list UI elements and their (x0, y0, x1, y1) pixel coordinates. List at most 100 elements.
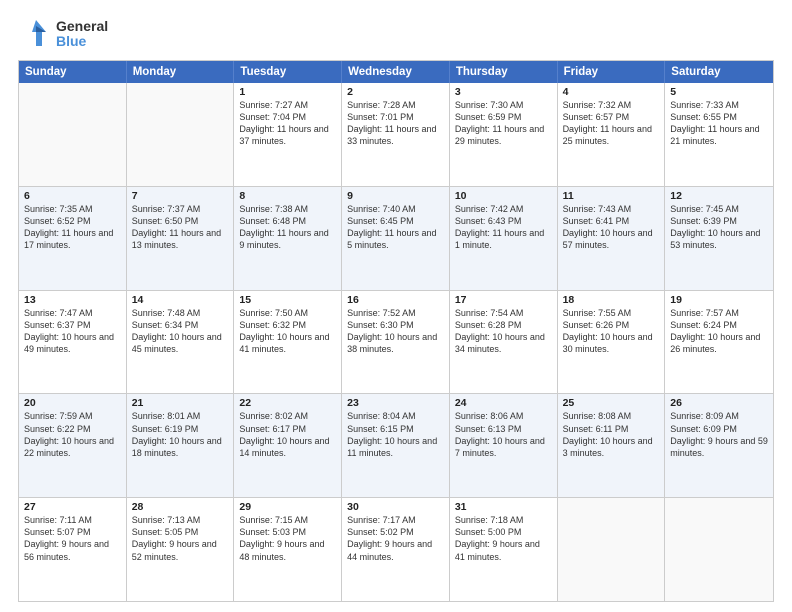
day-number: 15 (239, 294, 336, 306)
day-number: 20 (24, 397, 121, 409)
day-cell-w1-d1 (19, 83, 127, 186)
dow-tuesday: Tuesday (234, 61, 342, 83)
day-cell-w4-d4: 23Sunrise: 8:04 AM Sunset: 6:15 PM Dayli… (342, 394, 450, 497)
day-number: 25 (563, 397, 660, 409)
day-cell-w5-d2: 28Sunrise: 7:13 AM Sunset: 5:05 PM Dayli… (127, 498, 235, 601)
day-cell-w3-d7: 19Sunrise: 7:57 AM Sunset: 6:24 PM Dayli… (665, 291, 773, 394)
dow-friday: Friday (558, 61, 666, 83)
day-number: 3 (455, 86, 552, 98)
day-cell-w4-d2: 21Sunrise: 8:01 AM Sunset: 6:19 PM Dayli… (127, 394, 235, 497)
day-cell-w5-d1: 27Sunrise: 7:11 AM Sunset: 5:07 PM Dayli… (19, 498, 127, 601)
day-number: 28 (132, 501, 229, 513)
day-number: 6 (24, 190, 121, 202)
day-cell-w4-d1: 20Sunrise: 7:59 AM Sunset: 6:22 PM Dayli… (19, 394, 127, 497)
day-cell-w1-d2 (127, 83, 235, 186)
day-info: Sunrise: 7:57 AM Sunset: 6:24 PM Dayligh… (670, 307, 768, 356)
day-cell-w3-d3: 15Sunrise: 7:50 AM Sunset: 6:32 PM Dayli… (234, 291, 342, 394)
day-info: Sunrise: 7:55 AM Sunset: 6:26 PM Dayligh… (563, 307, 660, 356)
day-cell-w3-d4: 16Sunrise: 7:52 AM Sunset: 6:30 PM Dayli… (342, 291, 450, 394)
dow-wednesday: Wednesday (342, 61, 450, 83)
day-info: Sunrise: 8:04 AM Sunset: 6:15 PM Dayligh… (347, 410, 444, 459)
day-number: 21 (132, 397, 229, 409)
day-cell-w5-d4: 30Sunrise: 7:17 AM Sunset: 5:02 PM Dayli… (342, 498, 450, 601)
day-number: 14 (132, 294, 229, 306)
day-info: Sunrise: 7:35 AM Sunset: 6:52 PM Dayligh… (24, 203, 121, 252)
day-number: 29 (239, 501, 336, 513)
day-number: 7 (132, 190, 229, 202)
day-info: Sunrise: 7:43 AM Sunset: 6:41 PM Dayligh… (563, 203, 660, 252)
header: General Blue (18, 16, 774, 52)
day-number: 4 (563, 86, 660, 98)
day-number: 12 (670, 190, 768, 202)
day-number: 22 (239, 397, 336, 409)
day-cell-w3-d6: 18Sunrise: 7:55 AM Sunset: 6:26 PM Dayli… (558, 291, 666, 394)
day-cell-w2-d7: 12Sunrise: 7:45 AM Sunset: 6:39 PM Dayli… (665, 187, 773, 290)
day-info: Sunrise: 7:13 AM Sunset: 5:05 PM Dayligh… (132, 514, 229, 563)
day-info: Sunrise: 7:54 AM Sunset: 6:28 PM Dayligh… (455, 307, 552, 356)
day-cell-w5-d7 (665, 498, 773, 601)
day-cell-w2-d3: 8Sunrise: 7:38 AM Sunset: 6:48 PM Daylig… (234, 187, 342, 290)
day-cell-w2-d1: 6Sunrise: 7:35 AM Sunset: 6:52 PM Daylig… (19, 187, 127, 290)
day-number: 17 (455, 294, 552, 306)
calendar-body: 1Sunrise: 7:27 AM Sunset: 7:04 PM Daylig… (19, 83, 773, 601)
dow-sunday: Sunday (19, 61, 127, 83)
day-cell-w4-d3: 22Sunrise: 8:02 AM Sunset: 6:17 PM Dayli… (234, 394, 342, 497)
day-cell-w5-d3: 29Sunrise: 7:15 AM Sunset: 5:03 PM Dayli… (234, 498, 342, 601)
day-number: 19 (670, 294, 768, 306)
week-row-2: 6Sunrise: 7:35 AM Sunset: 6:52 PM Daylig… (19, 186, 773, 290)
day-number: 2 (347, 86, 444, 98)
day-info: Sunrise: 7:27 AM Sunset: 7:04 PM Dayligh… (239, 99, 336, 148)
day-info: Sunrise: 7:33 AM Sunset: 6:55 PM Dayligh… (670, 99, 768, 148)
day-info: Sunrise: 7:52 AM Sunset: 6:30 PM Dayligh… (347, 307, 444, 356)
day-cell-w1-d7: 5Sunrise: 7:33 AM Sunset: 6:55 PM Daylig… (665, 83, 773, 186)
day-cell-w5-d5: 31Sunrise: 7:18 AM Sunset: 5:00 PM Dayli… (450, 498, 558, 601)
day-cell-w5-d6 (558, 498, 666, 601)
day-number: 18 (563, 294, 660, 306)
page: General Blue Sunday Monday Tuesday Wedne… (0, 0, 792, 612)
day-cell-w2-d4: 9Sunrise: 7:40 AM Sunset: 6:45 PM Daylig… (342, 187, 450, 290)
day-cell-w1-d3: 1Sunrise: 7:27 AM Sunset: 7:04 PM Daylig… (234, 83, 342, 186)
day-cell-w3-d1: 13Sunrise: 7:47 AM Sunset: 6:37 PM Dayli… (19, 291, 127, 394)
day-info: Sunrise: 7:45 AM Sunset: 6:39 PM Dayligh… (670, 203, 768, 252)
logo-bird-icon (18, 16, 54, 52)
calendar: Sunday Monday Tuesday Wednesday Thursday… (18, 60, 774, 602)
day-cell-w2-d5: 10Sunrise: 7:42 AM Sunset: 6:43 PM Dayli… (450, 187, 558, 290)
day-info: Sunrise: 7:48 AM Sunset: 6:34 PM Dayligh… (132, 307, 229, 356)
day-number: 13 (24, 294, 121, 306)
day-info: Sunrise: 7:28 AM Sunset: 7:01 PM Dayligh… (347, 99, 444, 148)
day-number: 8 (239, 190, 336, 202)
day-cell-w4-d5: 24Sunrise: 8:06 AM Sunset: 6:13 PM Dayli… (450, 394, 558, 497)
day-cell-w1-d6: 4Sunrise: 7:32 AM Sunset: 6:57 PM Daylig… (558, 83, 666, 186)
day-info: Sunrise: 7:18 AM Sunset: 5:00 PM Dayligh… (455, 514, 552, 563)
day-number: 23 (347, 397, 444, 409)
day-cell-w4-d7: 26Sunrise: 8:09 AM Sunset: 6:09 PM Dayli… (665, 394, 773, 497)
day-info: Sunrise: 7:17 AM Sunset: 5:02 PM Dayligh… (347, 514, 444, 563)
week-row-3: 13Sunrise: 7:47 AM Sunset: 6:37 PM Dayli… (19, 290, 773, 394)
day-cell-w1-d5: 3Sunrise: 7:30 AM Sunset: 6:59 PM Daylig… (450, 83, 558, 186)
day-cell-w2-d6: 11Sunrise: 7:43 AM Sunset: 6:41 PM Dayli… (558, 187, 666, 290)
week-row-4: 20Sunrise: 7:59 AM Sunset: 6:22 PM Dayli… (19, 393, 773, 497)
day-info: Sunrise: 8:01 AM Sunset: 6:19 PM Dayligh… (132, 410, 229, 459)
day-number: 31 (455, 501, 552, 513)
logo: General Blue (18, 16, 108, 52)
day-info: Sunrise: 7:47 AM Sunset: 6:37 PM Dayligh… (24, 307, 121, 356)
day-info: Sunrise: 7:37 AM Sunset: 6:50 PM Dayligh… (132, 203, 229, 252)
day-info: Sunrise: 8:02 AM Sunset: 6:17 PM Dayligh… (239, 410, 336, 459)
day-cell-w3-d5: 17Sunrise: 7:54 AM Sunset: 6:28 PM Dayli… (450, 291, 558, 394)
day-cell-w4-d6: 25Sunrise: 8:08 AM Sunset: 6:11 PM Dayli… (558, 394, 666, 497)
day-info: Sunrise: 8:06 AM Sunset: 6:13 PM Dayligh… (455, 410, 552, 459)
day-number: 24 (455, 397, 552, 409)
day-info: Sunrise: 7:11 AM Sunset: 5:07 PM Dayligh… (24, 514, 121, 563)
dow-saturday: Saturday (665, 61, 773, 83)
day-info: Sunrise: 7:32 AM Sunset: 6:57 PM Dayligh… (563, 99, 660, 148)
day-number: 26 (670, 397, 768, 409)
day-info: Sunrise: 7:59 AM Sunset: 6:22 PM Dayligh… (24, 410, 121, 459)
day-info: Sunrise: 8:09 AM Sunset: 6:09 PM Dayligh… (670, 410, 768, 459)
day-number: 9 (347, 190, 444, 202)
day-number: 30 (347, 501, 444, 513)
calendar-header: Sunday Monday Tuesday Wednesday Thursday… (19, 61, 773, 83)
dow-monday: Monday (127, 61, 235, 83)
day-number: 27 (24, 501, 121, 513)
day-number: 11 (563, 190, 660, 202)
day-number: 10 (455, 190, 552, 202)
